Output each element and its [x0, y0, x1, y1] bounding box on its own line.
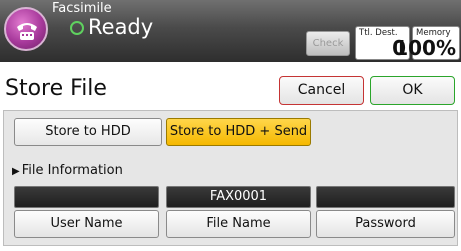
user-name-button[interactable]: User Name	[14, 210, 159, 238]
page-title: Store File	[5, 76, 107, 101]
file-name-button[interactable]: File Name	[166, 210, 311, 238]
store-to-hdd-send-button[interactable]: Store to HDD + Send	[166, 118, 311, 146]
store-to-hdd-button[interactable]: Store to HDD	[14, 118, 162, 146]
memory-counter: Memory 100%	[394, 26, 460, 60]
password-button[interactable]: Password	[316, 210, 455, 238]
memory-value: 100%	[394, 36, 456, 60]
cancel-button[interactable]: Cancel	[279, 76, 364, 105]
app-title: Facsimile	[52, 1, 112, 16]
header-bar: Facsimile Ready Check Ttl. Dest. 0 Memor…	[0, 0, 461, 62]
ok-button[interactable]: OK	[370, 76, 455, 105]
status-text: Ready	[88, 15, 154, 39]
title-row: Store File Cancel OK	[0, 70, 461, 108]
file-information-text: File Information	[21, 163, 123, 178]
check-button[interactable]: Check	[306, 31, 350, 56]
fax-app-icon	[4, 7, 48, 51]
triangle-right-icon: ▶	[12, 166, 20, 177]
user-name-value	[14, 186, 159, 208]
file-information-label: ▶ File Information	[12, 163, 123, 178]
file-name-value: FAX0001	[166, 186, 311, 208]
ready-status-icon	[70, 21, 84, 35]
password-value	[316, 186, 455, 208]
